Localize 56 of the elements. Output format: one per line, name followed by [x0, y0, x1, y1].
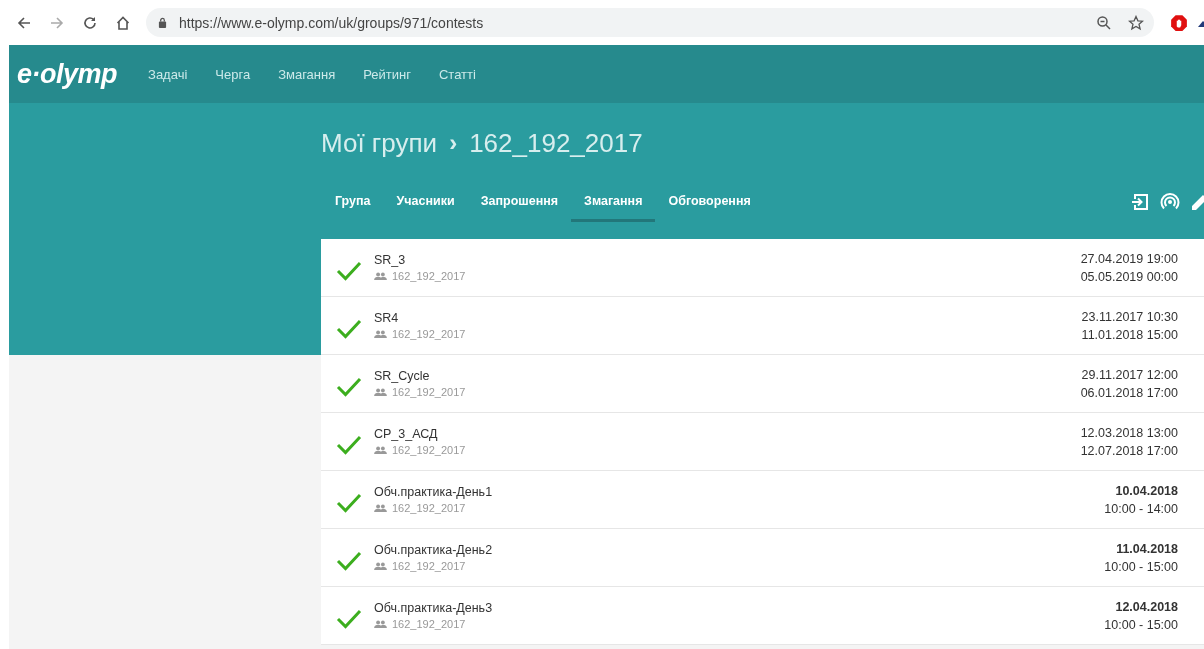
url-text: https://www.e-olymp.com/uk/groups/971/contests — [179, 14, 484, 31]
contest-row[interactable]: SR4 162_192_2017 23.11.2017 10:30 11.01.2018 15:00 — [321, 297, 1204, 355]
contest-row[interactable]: CP_3_АСД 162_192_2017 12.03.2018 13:00 12.07.2018 17:00 — [321, 413, 1204, 471]
contest-name[interactable]: Обч.практика-День1 — [374, 485, 493, 499]
back-icon[interactable] — [16, 14, 32, 31]
time-range: 10:00 - 14:00 — [1104, 500, 1178, 518]
contest-name[interactable]: SR4 — [374, 311, 399, 325]
contest-row[interactable]: Обч.практика-День3 162_192_2017 12.04.2018 10:00 - 15:00 — [321, 587, 1204, 645]
address-bar[interactable]: https://www.e-olymp.com/uk/groups/971/contests — [146, 8, 1154, 37]
time-range: 10:00 - 15:00 — [1104, 558, 1178, 576]
group-name: 162_192_2017 — [392, 386, 466, 398]
group-name: 162_192_2017 — [392, 444, 466, 456]
contest-row[interactable]: Обч.практика-День1 162_192_2017 10.04.2018 10:00 - 14:00 — [321, 471, 1204, 529]
group-name: 162_192_2017 — [392, 560, 466, 572]
contest-date: 10.04.2018 — [1114, 482, 1178, 500]
edit-icon[interactable] — [1190, 192, 1204, 212]
contest-date: 12.04.2018 — [1114, 598, 1178, 616]
contest-name[interactable]: SR_Cycle — [374, 369, 430, 383]
page-title: 162_192_2017 — [469, 127, 643, 159]
reload-icon[interactable] — [82, 14, 98, 31]
sign-in-icon[interactable] — [1130, 192, 1150, 212]
contest-name[interactable]: SR_3 — [374, 253, 406, 267]
breadcrumb-separator: › — [449, 129, 458, 157]
group-name: 162_192_2017 — [392, 270, 466, 282]
start-time: 29.11.2017 12:00 — [1080, 366, 1178, 384]
end-time: 12.07.2018 17:00 — [1080, 442, 1178, 460]
home-icon[interactable] — [115, 14, 131, 31]
group-name: 162_192_2017 — [392, 618, 466, 630]
people-icon — [374, 562, 387, 570]
people-icon — [374, 504, 387, 512]
time-range: 10:00 - 15:00 — [1104, 616, 1178, 634]
contest-name[interactable]: CP_3_АСД — [374, 427, 438, 441]
lock-icon — [158, 17, 167, 28]
group-name: 162_192_2017 — [392, 502, 466, 514]
contest-name[interactable]: Обч.практика-День3 — [374, 601, 493, 615]
logo[interactable]: e·olymp — [17, 58, 118, 90]
contest-name[interactable]: Обч.практика-День2 — [374, 543, 493, 557]
contest-row[interactable]: SR_Cycle 162_192_2017 29.11.2017 12:00 06.01.2018 17:00 — [321, 355, 1204, 413]
contest-row[interactable]: SR_3 162_192_2017 27.04.2019 19:00 05.05.2019 00:00 — [321, 239, 1204, 297]
people-icon — [374, 330, 387, 338]
people-icon — [374, 446, 387, 454]
start-time: 27.04.2019 19:00 — [1080, 250, 1178, 268]
star-icon[interactable] — [1128, 14, 1144, 31]
end-time: 11.01.2018 15:00 — [1081, 326, 1178, 344]
group-name: 162_192_2017 — [392, 328, 466, 340]
contest-row[interactable]: Обч.практика-День2 162_192_2017 11.04.2018 10:00 - 15:00 — [321, 529, 1204, 587]
start-time: 23.11.2017 10:30 — [1081, 308, 1178, 326]
contest-date: 11.04.2018 — [1115, 540, 1178, 558]
zoom-out-icon[interactable] — [1096, 14, 1112, 31]
people-icon — [374, 272, 387, 280]
people-icon — [374, 620, 387, 628]
end-time: 05.05.2019 00:00 — [1080, 268, 1178, 286]
end-time: 06.01.2018 17:00 — [1080, 384, 1178, 402]
start-time: 12.03.2018 13:00 — [1080, 424, 1178, 442]
people-icon — [374, 388, 387, 396]
broadcast-icon[interactable] — [1160, 192, 1180, 212]
